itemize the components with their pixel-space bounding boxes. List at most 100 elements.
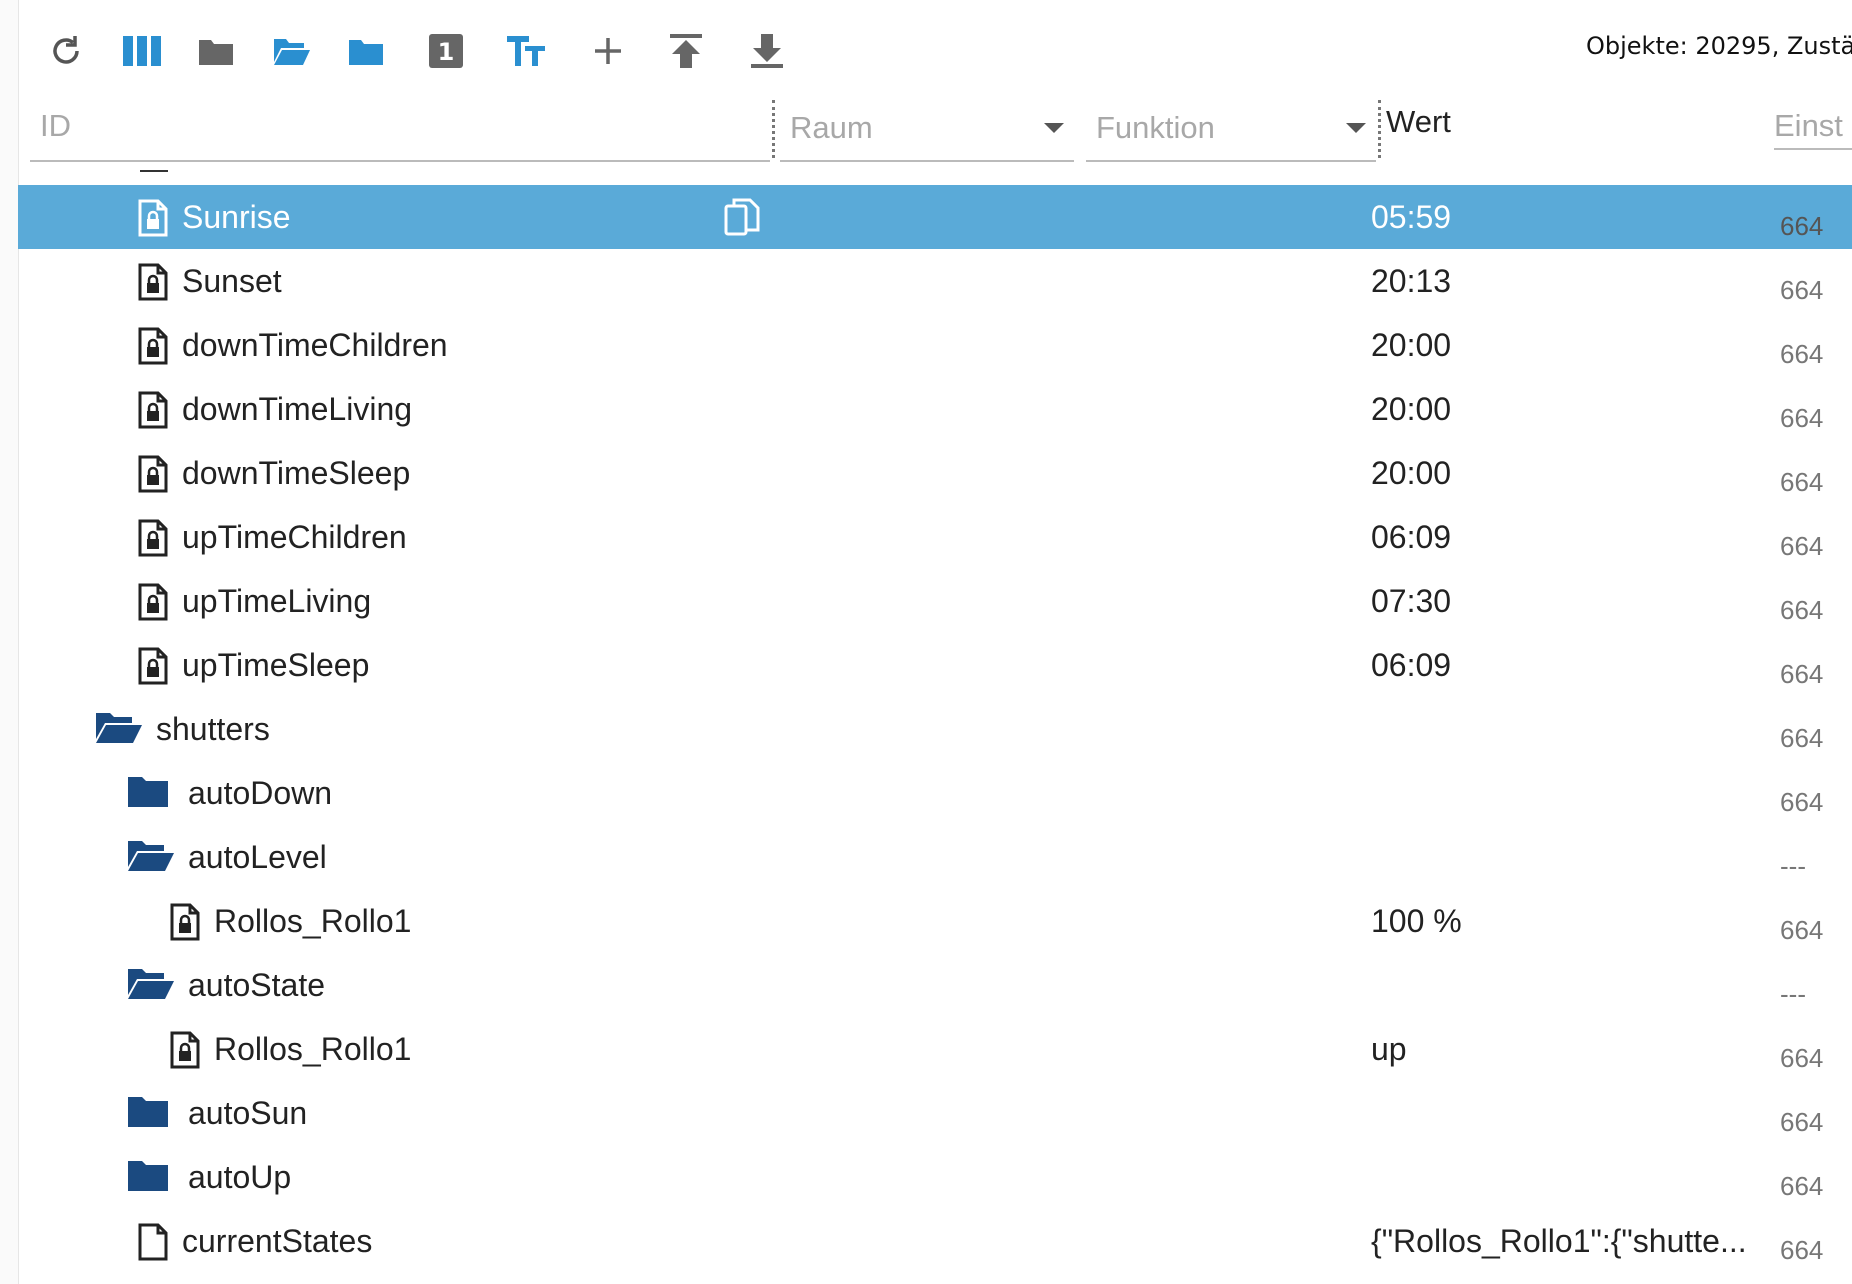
id-filter[interactable] [30,98,770,162]
row-label: shutters [156,711,270,747]
toolbar: 1 Objekte: 20295, Zustände: [18,0,1852,98]
row-value[interactable]: 06:09 [1371,519,1451,556]
folder-closed-icon [199,40,233,65]
add-button[interactable] [585,28,631,74]
tree-row[interactable]: downTimeLiving 20:00 664 [18,377,1852,441]
refresh-icon [53,36,79,64]
text-size-icon [507,36,545,66]
row-label: downTimeLiving [182,391,413,427]
tree-row[interactable]: autoSun 664 [18,1081,1852,1145]
tree-row[interactable]: upTimeChildren 06:09 664 [18,505,1852,569]
row-value[interactable]: {"Rollos_Rollo1":{"shutte... [1371,1223,1747,1260]
tree-row[interactable]: Rollos_Rollo1 up 664 [18,1017,1852,1081]
row-label: autoState [188,967,325,1003]
folder-open-icon [274,39,310,65]
chevron-down-icon [1346,123,1366,133]
row-label: Rollos_Rollo1 [214,903,412,939]
id-filter-input[interactable] [30,98,770,154]
settings-column-header: Einst [1774,108,1852,150]
row-permissions: 664 [1780,339,1824,369]
file-lock-icon [138,327,168,369]
folder-open-icon [96,711,142,747]
tree-row[interactable]: autoUp 664 [18,1145,1852,1209]
columns-icon [123,36,161,66]
row-value[interactable]: 20:00 [1371,327,1451,364]
tree-row[interactable]: Sunrise 05:59 664 [18,185,1852,249]
row-value[interactable]: up [1371,1031,1407,1068]
row-value[interactable]: 100 % [1371,903,1462,940]
row-permissions: 664 [1780,1043,1824,1073]
tree-row[interactable]: autoState --- [18,953,1852,1017]
tree-row[interactable]: Sunset 20:13 664 [18,249,1852,313]
function-filter-label: Funktion [1096,110,1215,145]
tree-row[interactable]: autoDown 664 [18,761,1852,825]
refresh-button[interactable] [43,28,89,74]
tree-row[interactable]: downTimeChildren 20:00 664 [18,313,1852,377]
row-label: autoDown [188,775,333,811]
row-value[interactable]: 06:09 [1371,647,1451,684]
tree-row[interactable]: upTimeLiving 07:30 664 [18,569,1852,633]
function-filter[interactable]: Funktion [1086,98,1376,162]
row-permissions: 664 [1780,1171,1824,1201]
row-permissions: 664 [1780,723,1824,753]
file-lock-icon [138,199,168,241]
row-permissions: 664 [1780,787,1824,817]
file-lock-icon [170,1031,200,1073]
tree-row[interactable]: upTimeSleep 06:09 664 [18,633,1852,697]
row-value[interactable]: 20:00 [1371,391,1451,428]
file-icon [138,1223,168,1265]
row-label: Sunrise [182,199,291,235]
copy-icon[interactable] [724,197,760,241]
row-label: currentStates [182,1223,373,1259]
folder-closed-icon [128,1095,168,1131]
row-permissions: 664 [1780,467,1824,497]
row-value[interactable]: 20:00 [1371,455,1451,492]
scrolled-row-stub [140,170,168,172]
column-resizer[interactable] [772,100,775,158]
number-one-icon: 1 [429,34,463,68]
upload-button[interactable] [663,28,709,74]
download-icon [751,34,783,68]
folder-open-icon [128,839,174,875]
row-label: downTimeSleep [182,455,411,491]
tree-row[interactable]: Rollos_Rollo1 100 % 664 [18,889,1852,953]
tree-row[interactable]: shutters 664 [18,697,1852,761]
row-permissions: 664 [1780,211,1824,241]
column-resizer[interactable] [1378,100,1381,158]
room-filter-label: Raum [790,110,873,145]
row-value[interactable]: 20:13 [1371,263,1451,300]
tree-row[interactable]: autoLevel --- [18,825,1852,889]
plus-icon [595,38,621,64]
folder-open-icon [128,967,174,1003]
file-lock-icon [138,391,168,433]
row-label: autoLevel [188,839,327,875]
folder-closed-icon [128,1159,168,1195]
folder-closed-icon [128,775,168,811]
tree-row[interactable]: downTimeSleep 20:00 664 [18,441,1852,505]
collapse-all-button[interactable] [193,28,239,74]
row-value[interactable]: 07:30 [1371,583,1451,620]
row-value[interactable]: 05:59 [1371,199,1451,236]
room-filter[interactable]: Raum [780,98,1074,162]
row-permissions: 664 [1780,659,1824,689]
expand-all-button[interactable] [269,28,315,74]
file-lock-icon [138,647,168,689]
depth-button[interactable]: 1 [423,28,469,74]
chevron-down-icon [1044,123,1064,133]
row-label: autoSun [188,1095,308,1131]
columns-button[interactable] [119,28,165,74]
row-permissions: --- [1780,851,1806,881]
row-permissions: 664 [1780,595,1824,625]
font-size-button[interactable] [503,28,549,74]
row-label: upTimeChildren [182,519,407,555]
left-gutter [0,0,19,1284]
file-lock-icon [138,583,168,625]
row-label: upTimeLiving [182,583,372,619]
folder-icon [349,40,383,65]
tree-row[interactable]: currentStates {"Rollos_Rollo1":{"shutte..… [18,1209,1852,1273]
download-button[interactable] [744,28,790,74]
file-lock-icon [170,903,200,945]
collapse-button[interactable] [343,28,389,74]
row-label: autoUp [188,1159,292,1195]
row-label: upTimeSleep [182,647,370,683]
